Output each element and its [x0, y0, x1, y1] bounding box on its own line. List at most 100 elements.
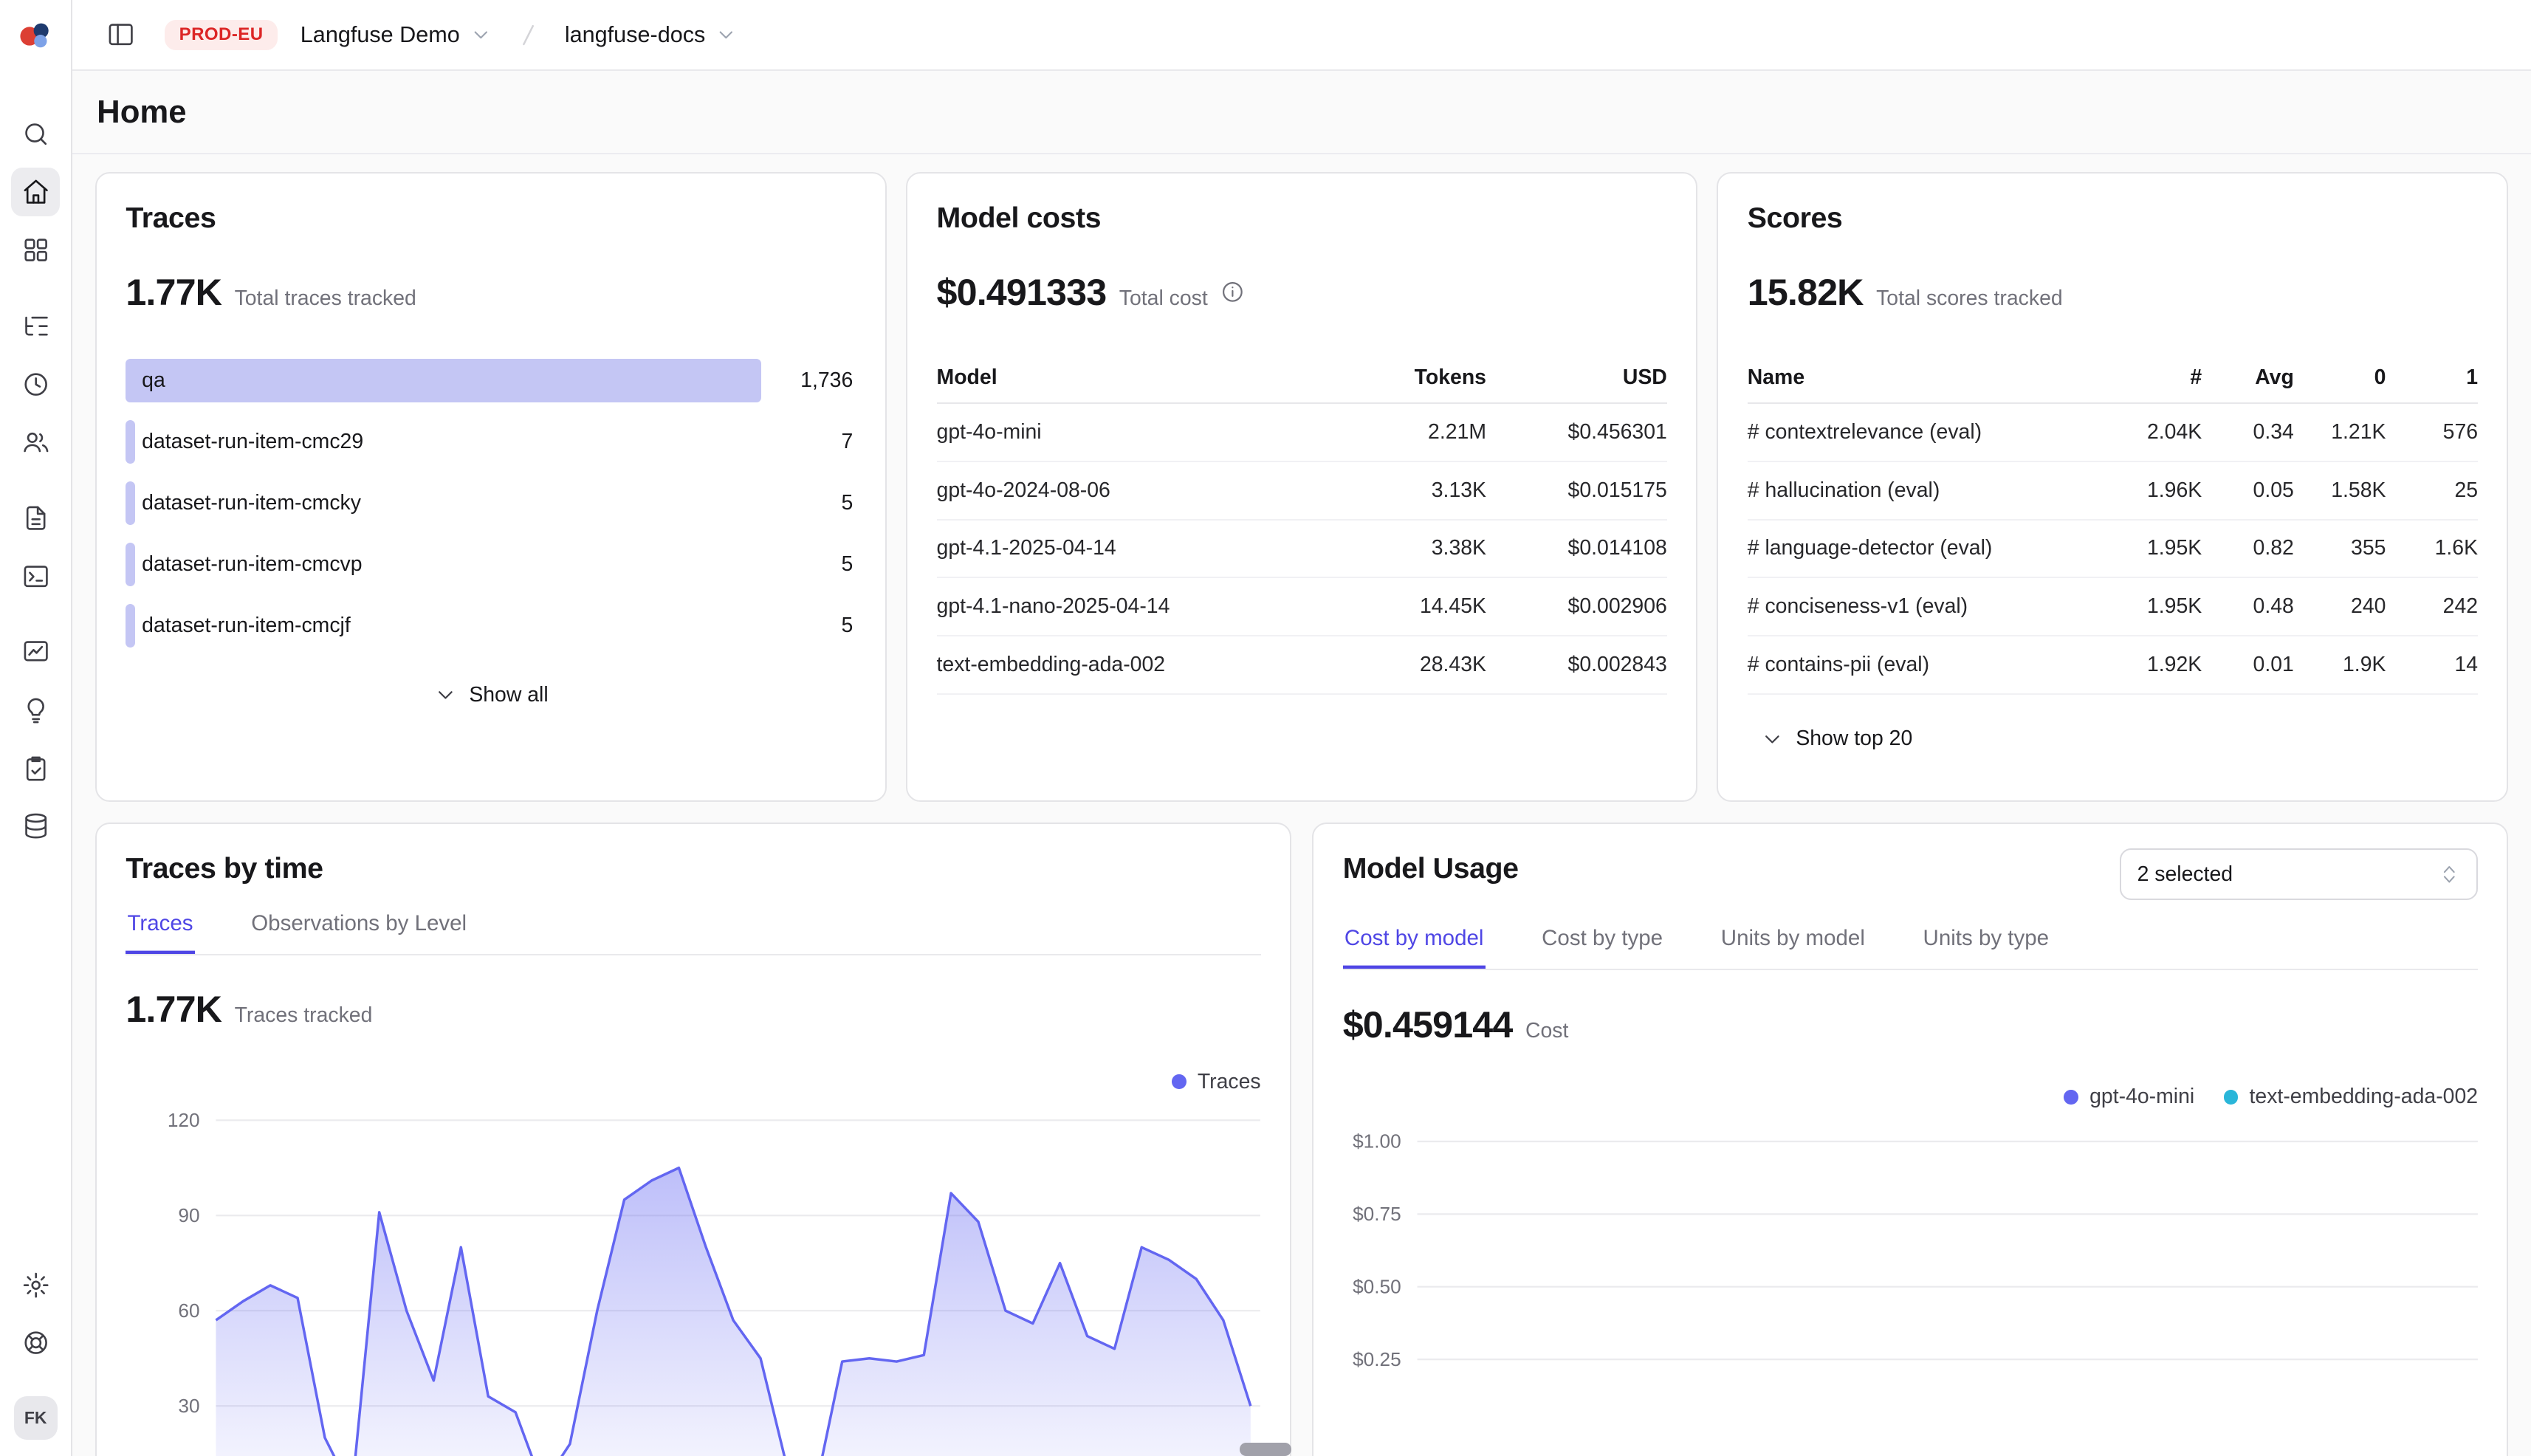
trace-label: qa — [126, 359, 165, 402]
trace-count: 7 — [841, 420, 853, 464]
score-row[interactable]: # conciseness-v1 (eval)1.95K0.48240242 — [1748, 577, 2478, 636]
scores-metric-row: 15.82K Total scores tracked — [1748, 270, 2478, 314]
sidebar-item-terminal[interactable] — [11, 552, 60, 601]
life-buoy-icon — [21, 1328, 50, 1357]
scores-table: Name#Avg01# contextrelevance (eval)2.04K… — [1748, 352, 2478, 695]
column-header[interactable]: USD — [1486, 352, 1667, 403]
avatar[interactable]: FK — [14, 1396, 58, 1440]
trace-list-item[interactable]: dataset-run-item-cmcvp 5 — [126, 543, 856, 586]
dashboard-grid-icon — [21, 236, 50, 264]
chevron-down-icon — [433, 683, 458, 707]
page-header: Home — [72, 71, 2531, 154]
legend-item: gpt-4o-mini — [2064, 1085, 2194, 1109]
info-icon[interactable] — [1220, 280, 1245, 304]
tab-traces[interactable]: Traces — [126, 911, 194, 954]
column-header[interactable]: 0 — [2294, 352, 2386, 403]
model-usage-legend: gpt-4o-minitext-embedding-ada-002 — [1343, 1085, 2478, 1109]
panel-left-icon — [106, 20, 135, 49]
legend-dot — [1172, 1074, 1186, 1089]
model-cost-row[interactable]: gpt-4o-2024-08-063.13K$0.015175 — [937, 461, 1667, 520]
trace-count: 1,736 — [800, 359, 853, 402]
column-header[interactable]: Model — [937, 352, 1306, 403]
model-cost-row[interactable]: gpt-4.1-2025-04-143.38K$0.014108 — [937, 520, 1667, 578]
column-header[interactable]: Avg — [2202, 352, 2294, 403]
legend-dot — [2064, 1090, 2078, 1105]
trace-label: dataset-run-item-cmcjf — [126, 604, 350, 648]
sidebar-footer-icons — [11, 1260, 60, 1367]
project-name: langfuse-docs — [565, 22, 705, 48]
sidebar-item-dashboard-grid[interactable] — [11, 226, 60, 275]
sidebar-item-clock[interactable] — [11, 360, 60, 408]
main: PROD-EU Langfuse Demo langfuse-docs Home… — [72, 0, 2531, 1456]
horizontal-scrollbar-thumb[interactable] — [1240, 1443, 1291, 1455]
traces-area-chart: 306090120 — [126, 1101, 1260, 1456]
score-row[interactable]: # contains-pii (eval)1.92K0.011.9K14 — [1748, 636, 2478, 694]
project-switcher[interactable]: langfuse-docs — [561, 16, 741, 54]
svg-text:$0.75: $0.75 — [1353, 1203, 1401, 1225]
scores-total: 15.82K — [1748, 270, 1864, 314]
sidebar-item-database[interactable] — [11, 802, 60, 851]
svg-text:$0.50: $0.50 — [1353, 1276, 1401, 1298]
tab-units-by-model[interactable]: Units by model — [1720, 926, 1867, 969]
show-top-20-label: Show top 20 — [1796, 727, 1912, 751]
tab-units-by-type[interactable]: Units by type — [1921, 926, 2050, 969]
column-header[interactable]: # — [2110, 352, 2202, 403]
score-row[interactable]: # contextrelevance (eval)2.04K0.341.21K5… — [1748, 403, 2478, 461]
show-all-label: Show all — [469, 683, 548, 707]
tab-observations-by-level[interactable]: Observations by Level — [250, 911, 468, 954]
legend-item: Traces — [1172, 1070, 1261, 1094]
traces-tracked-label: Traces tracked — [235, 1003, 373, 1028]
trace-list-item[interactable]: qa 1,736 — [126, 359, 856, 402]
trace-label: dataset-run-item-cmcky — [126, 481, 361, 525]
show-all-button[interactable]: Show all — [421, 673, 561, 717]
model-filter-select[interactable]: 2 selected — [2120, 848, 2478, 900]
langfuse-logo[interactable] — [13, 13, 58, 58]
org-switcher[interactable]: Langfuse Demo — [297, 16, 495, 54]
clock-icon — [21, 370, 50, 399]
model-cost-row[interactable]: gpt-4o-mini2.21M$0.456301 — [937, 403, 1667, 461]
model-cost-row[interactable]: text-embedding-ada-00228.43K$0.002843 — [937, 636, 1667, 694]
gear-icon — [21, 1271, 50, 1299]
traces-card-title: Traces — [126, 202, 856, 235]
sidebar-item-file-text[interactable] — [11, 494, 60, 543]
sidebar-item-clipboard-check[interactable] — [11, 744, 60, 793]
sidebar-item-gear[interactable] — [11, 1260, 60, 1309]
show-top-20-button[interactable]: Show top 20 — [1748, 717, 1926, 760]
total-cost: $0.491333 — [937, 270, 1107, 314]
svg-text:60: 60 — [179, 1299, 200, 1322]
sidebar-toggle-button[interactable] — [97, 10, 145, 59]
trace-list-item[interactable]: dataset-run-item-cmcky 5 — [126, 481, 856, 525]
list-tree-icon — [21, 312, 50, 340]
column-header[interactable]: Name — [1748, 352, 2110, 403]
model-cost-row[interactable]: gpt-4.1-nano-2025-04-1414.45K$0.002906 — [937, 577, 1667, 636]
lightbulb-icon — [21, 696, 50, 724]
sidebar-item-lightbulb[interactable] — [11, 686, 60, 735]
tab-cost-by-type[interactable]: Cost by type — [1540, 926, 1664, 969]
trace-label: dataset-run-item-cmcvp — [126, 543, 362, 586]
score-row[interactable]: # language-detector (eval)1.95K0.823551.… — [1748, 520, 2478, 578]
top-card-grid: Traces 1.77K Total traces tracked qa 1,7… — [95, 172, 2508, 802]
usage-cost: $0.459144 — [1343, 1003, 1513, 1046]
column-header[interactable]: 1 — [2386, 352, 2478, 403]
tab-cost-by-model[interactable]: Cost by model — [1343, 926, 1486, 969]
sidebar-item-users[interactable] — [11, 418, 60, 467]
trace-list-item[interactable]: dataset-run-item-cmcjf 5 — [126, 604, 856, 648]
traces-chart-legend: Traces — [126, 1070, 1260, 1094]
scores-card-title: Scores — [1748, 202, 2478, 235]
trace-list-item[interactable]: dataset-run-item-cmc29 7 — [126, 420, 856, 464]
env-badge: PROD-EU — [165, 20, 278, 50]
sidebar-item-search[interactable] — [11, 110, 60, 159]
table-header-row: ModelTokensUSD — [937, 352, 1667, 403]
traces-by-time-title: Traces by time — [126, 852, 1260, 885]
svg-text:$1.00: $1.00 — [1353, 1130, 1401, 1153]
trace-count: 5 — [841, 543, 853, 586]
sidebar-item-list-tree[interactable] — [11, 302, 60, 351]
column-header[interactable]: Tokens — [1305, 352, 1486, 403]
traces-by-time-card: Traces by time Traces Observations by Lev… — [95, 823, 1291, 1456]
sidebar-item-chart-frame[interactable] — [11, 628, 60, 676]
table-header-row: Name#Avg01 — [1748, 352, 2478, 403]
sidebar-item-home[interactable] — [11, 168, 60, 216]
sidebar-item-life-buoy[interactable] — [11, 1319, 60, 1367]
terminal-icon — [21, 562, 50, 591]
score-row[interactable]: # hallucination (eval)1.96K0.051.58K25 — [1748, 461, 2478, 520]
